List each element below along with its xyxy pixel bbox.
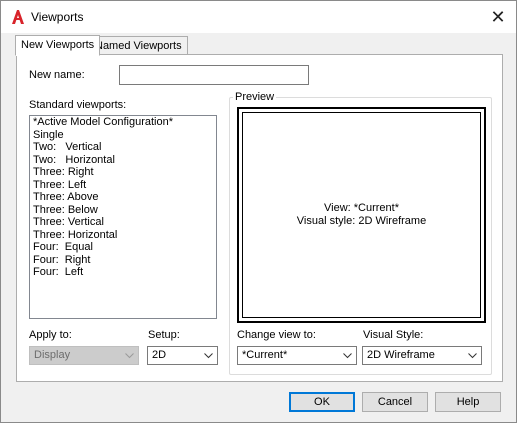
list-item[interactable]: Three: Above — [30, 191, 216, 204]
help-label: Help — [456, 396, 480, 408]
apply-to-dropdown: Display — [29, 346, 139, 365]
list-item[interactable]: Four: Left — [30, 266, 216, 279]
list-item[interactable]: Three: Right — [30, 166, 216, 179]
autocad-app-icon — [12, 10, 24, 24]
ok-label: OK — [314, 396, 330, 408]
title-bar: Viewports ✕ — [1, 1, 516, 33]
change-view-to-dropdown[interactable]: *Current* — [237, 346, 357, 365]
close-icon: ✕ — [490, 6, 506, 27]
standard-viewports-list[interactable]: *Active Model Configuration* Single Two:… — [29, 115, 217, 319]
help-button[interactable]: Help — [435, 392, 501, 412]
change-view-to-label: Change view to: — [237, 329, 316, 341]
preview-style-text: Visual style: 2D Wireframe — [296, 215, 427, 227]
standard-viewports-label: Standard viewports: — [29, 99, 127, 111]
list-item[interactable]: Three: Horizontal — [30, 229, 216, 242]
setup-dropdown[interactable]: 2D — [147, 346, 218, 365]
setup-value: 2D — [152, 349, 167, 361]
tab-new-viewports[interactable]: New Viewports — [15, 35, 101, 56]
ok-button[interactable]: OK — [289, 392, 355, 412]
apply-to-label: Apply to: — [29, 329, 72, 341]
new-name-label: New name: — [29, 69, 85, 81]
list-item[interactable]: Three: Left — [30, 179, 216, 192]
preview-viewport: View: *Current* Visual style: 2D Wirefra… — [242, 112, 481, 318]
tab-named-viewports[interactable]: Named Viewports — [89, 36, 188, 56]
window-title: Viewports — [31, 10, 84, 24]
cancel-label: Cancel — [377, 396, 413, 408]
viewports-dialog: Viewports ✕ New Viewports Named Viewport… — [0, 0, 517, 423]
list-item[interactable]: Three: Below — [30, 204, 216, 217]
new-name-input[interactable] — [119, 65, 309, 85]
tab-label: Named Viewports — [95, 40, 182, 52]
preview-legend: Preview — [233, 91, 277, 103]
setup-label: Setup: — [148, 329, 180, 341]
preview-area: View: *Current* Visual style: 2D Wirefra… — [237, 107, 486, 323]
list-item[interactable]: Four: Equal — [30, 241, 216, 254]
visual-style-label: Visual Style: — [363, 329, 424, 341]
list-item[interactable]: Two: Vertical — [30, 141, 216, 154]
chevron-down-icon — [124, 347, 134, 364]
list-item[interactable]: Three: Vertical — [30, 216, 216, 229]
chevron-down-icon — [342, 347, 352, 364]
chevron-down-icon — [467, 347, 477, 364]
list-item[interactable]: Single — [30, 129, 216, 142]
apply-to-value: Display — [34, 349, 71, 361]
visual-style-value: 2D Wireframe — [367, 349, 435, 361]
close-button[interactable]: ✕ — [480, 1, 516, 33]
chevron-down-icon — [203, 347, 213, 364]
change-view-to-value: *Current* — [242, 349, 288, 361]
tab-label: New Viewports — [21, 39, 95, 51]
list-item[interactable]: *Active Model Configuration* — [30, 116, 216, 129]
cancel-button[interactable]: Cancel — [362, 392, 428, 412]
preview-view-text: View: *Current* — [324, 202, 399, 214]
list-item[interactable]: Four: Right — [30, 254, 216, 267]
visual-style-dropdown[interactable]: 2D Wireframe — [362, 346, 482, 365]
list-item[interactable]: Two: Horizontal — [30, 154, 216, 167]
